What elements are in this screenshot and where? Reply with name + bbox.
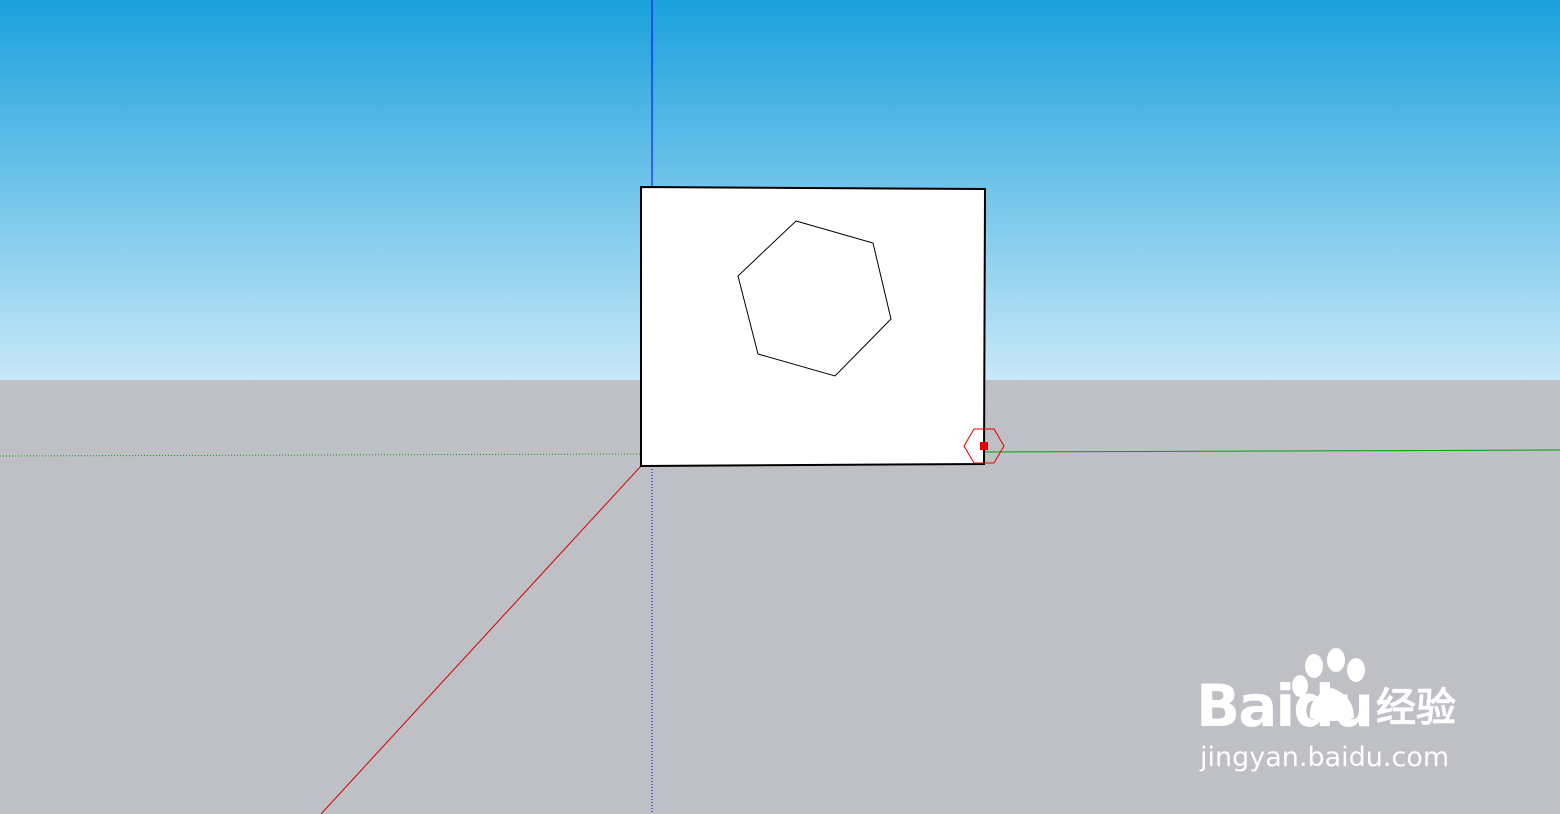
green-axis-line (984, 449, 1560, 453)
rectangle-face[interactable] (640, 185, 987, 468)
modeling-viewport[interactable]: Baidu 经验 jingyan.baidu.com (0, 0, 1560, 814)
watermark-brand-bai: Bai (1196, 672, 1295, 740)
baidu-watermark: Baidu 经验 jingyan.baidu.com (1196, 648, 1496, 788)
watermark-url: jingyan.baidu.com (1200, 742, 1450, 773)
baidu-paw-icon (1292, 648, 1365, 721)
watermark-chinese: 经验 (1376, 685, 1456, 731)
red-axis-line (320, 465, 642, 814)
green-axis-dotted-line (0, 453, 642, 457)
cursor-endpoint-square (980, 442, 988, 450)
